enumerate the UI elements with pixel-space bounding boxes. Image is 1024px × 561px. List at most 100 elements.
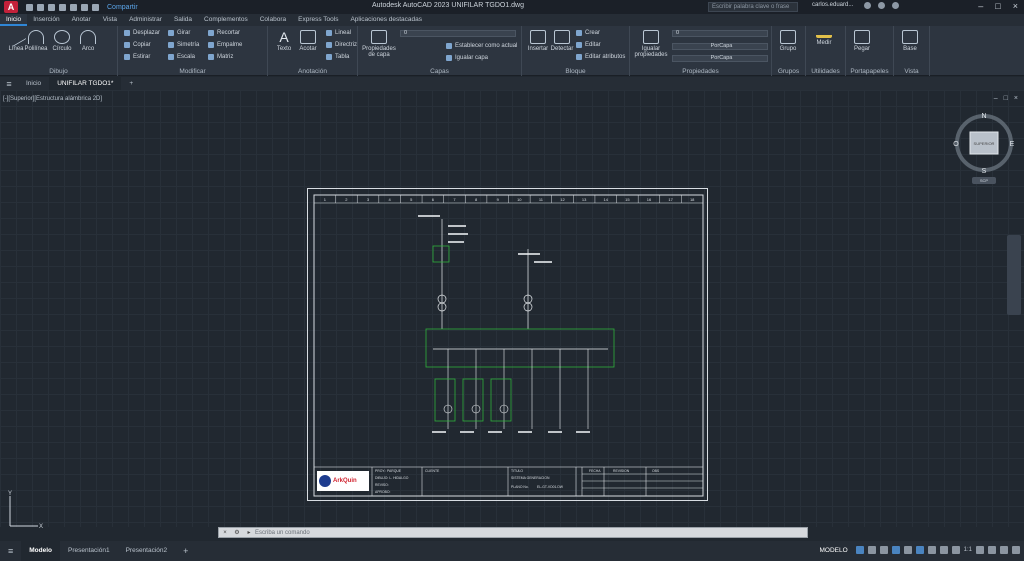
tab-anotar[interactable]: Anotar <box>66 14 97 26</box>
undo-icon[interactable] <box>81 3 88 11</box>
simetria-button[interactable]: Simetría <box>168 42 199 48</box>
color-dropdown[interactable]: 0 <box>672 30 768 37</box>
plot-icon[interactable] <box>70 3 77 11</box>
tab-unifilar[interactable]: UNIFILAR TGDO1* <box>49 77 122 90</box>
tab-presentacion2[interactable]: Presentación2 <box>118 541 176 561</box>
pegar-button[interactable]: Pegar <box>848 30 876 52</box>
lineweight-dropdown[interactable]: PorCapa <box>672 55 768 62</box>
exchange-icon[interactable] <box>878 2 885 9</box>
viewport-restore-icon[interactable]: □ <box>1004 95 1008 102</box>
panel-label-capas[interactable]: Capas <box>358 68 521 75</box>
app-menu-button[interactable]: A <box>4 1 18 13</box>
redo-icon[interactable] <box>92 3 99 11</box>
linetype-dropdown[interactable]: PorCapa <box>672 43 768 50</box>
tab-salida[interactable]: Salida <box>168 14 198 26</box>
girar-button[interactable]: Girar <box>168 30 190 36</box>
polar-icon[interactable] <box>891 546 900 554</box>
fullscreen-icon[interactable] <box>1000 546 1008 554</box>
tabla-button[interactable]: Tabla <box>326 54 349 60</box>
layout-menu-icon[interactable]: ≡ <box>0 541 21 561</box>
save-icon[interactable] <box>48 3 55 11</box>
directriz-button[interactable]: Directriz <box>326 42 357 48</box>
transparency-icon[interactable] <box>939 546 948 554</box>
propiedades-capa-button[interactable]: Propiedades de capa <box>362 30 396 58</box>
viewport-controls-label[interactable]: [-][Superior][Estructura alámbrica 2D] <box>3 96 102 102</box>
tab-administrar[interactable]: Administrar <box>123 14 168 26</box>
editar-atributos-button[interactable]: Editar atributos <box>576 54 625 60</box>
annotation-scale[interactable]: 1:1 <box>964 547 972 553</box>
new-tab-icon[interactable]: + <box>121 77 141 90</box>
open-icon[interactable] <box>37 3 44 11</box>
desplazar-button[interactable]: Desplazar <box>124 30 160 36</box>
tab-insercion[interactable]: Inserción <box>27 14 65 26</box>
customize-icon[interactable] <box>1012 546 1020 554</box>
annotation-icon[interactable] <box>951 546 960 554</box>
maximize-icon[interactable]: □ <box>995 1 1000 11</box>
tab-inicio-doc[interactable]: Inicio <box>18 77 49 90</box>
tab-express-tools[interactable]: Express Tools <box>292 14 344 26</box>
igualar-propiedades-button[interactable]: Igualar propiedades <box>634 30 668 58</box>
estirar-button[interactable]: Estirar <box>124 54 150 60</box>
panel-label-portapapeles[interactable]: Portapapeles <box>846 68 893 75</box>
panel-label-modificar[interactable]: Modificar <box>118 68 267 75</box>
panel-label-vista[interactable]: Vista <box>894 68 929 75</box>
close-icon[interactable]: × <box>1013 1 1018 11</box>
close-command-icon[interactable]: × <box>219 530 231 536</box>
file-menu-icon[interactable]: ≡ <box>0 79 18 89</box>
user-account[interactable]: carlos.eduard... <box>812 2 853 8</box>
panel-label-propiedades[interactable]: Propiedades <box>630 68 771 75</box>
minimize-icon[interactable]: – <box>978 1 983 11</box>
tab-vista[interactable]: Vista <box>97 14 123 26</box>
viewcube[interactable]: SUPERIOR N S E O SCP <box>950 110 1018 185</box>
empalme-button[interactable]: Empalme <box>208 42 242 48</box>
panel-label-dibujo[interactable]: Dibujo <box>0 68 117 75</box>
lineal-button[interactable]: Lineal <box>326 30 351 36</box>
navigation-bar[interactable] <box>1007 235 1021 315</box>
panel-label-bloque[interactable]: Bloque <box>522 68 629 75</box>
viewport-minimize-icon[interactable]: – <box>994 95 998 102</box>
lineweight-icon[interactable] <box>927 546 936 554</box>
matriz-button[interactable]: Matriz <box>208 54 233 60</box>
add-layout-icon[interactable]: + <box>175 541 196 561</box>
isolate-icon[interactable] <box>988 546 996 554</box>
layer-dropdown[interactable]: 0 <box>400 30 516 37</box>
panel-label-utilidades[interactable]: Utilidades <box>806 68 845 75</box>
establecer-actual-button[interactable]: Establecer como actual <box>446 43 517 49</box>
viewport-close-icon[interactable]: × <box>1014 95 1018 102</box>
ortho-icon[interactable] <box>879 546 888 554</box>
tab-modelo[interactable]: Modelo <box>21 541 61 561</box>
crear-bloque-button[interactable]: Crear <box>576 30 600 36</box>
model-space-toggle[interactable]: MODELO <box>819 547 847 554</box>
command-line[interactable]: × ⚙ ▸ Escriba un comando <box>218 527 808 538</box>
snap-icon[interactable] <box>867 546 876 554</box>
search-input[interactable]: Escribir palabra clave o frase <box>708 2 798 12</box>
share-button[interactable]: Compartir <box>107 4 138 11</box>
panel-label-anotacion[interactable]: Anotación <box>268 68 357 75</box>
grupo-button[interactable]: Grupo <box>774 30 802 52</box>
grid-icon[interactable] <box>855 546 864 554</box>
circulo-button[interactable]: Círculo <box>48 30 76 52</box>
osnap-icon[interactable] <box>903 546 912 554</box>
escala-button[interactable]: Escala <box>168 54 195 60</box>
detectar-button[interactable]: Detectar <box>548 30 576 52</box>
tab-complementos[interactable]: Complementos <box>198 14 254 26</box>
saveas-icon[interactable] <box>59 3 66 11</box>
tab-aplicaciones[interactable]: Aplicaciones destacadas <box>344 14 428 26</box>
acotar-button[interactable]: Acotar <box>294 30 322 52</box>
tab-inicio[interactable]: Inicio <box>0 14 28 26</box>
command-input[interactable]: Escriba un comando <box>255 530 310 536</box>
polilinea-button[interactable]: Polilínea <box>22 30 50 52</box>
base-button[interactable]: Base <box>896 30 924 52</box>
recortar-button[interactable]: Recortar <box>208 30 240 36</box>
otrack-icon[interactable] <box>915 546 924 554</box>
workspace-icon[interactable] <box>976 546 984 554</box>
command-settings-icon[interactable]: ⚙ <box>231 529 243 536</box>
arco-button[interactable]: Arco <box>74 30 102 52</box>
tab-presentacion1[interactable]: Presentación1 <box>60 541 118 561</box>
tab-colabora[interactable]: Colabora <box>254 14 292 26</box>
copiar-button[interactable]: Copiar <box>124 42 151 48</box>
medir-button[interactable]: Medir <box>810 30 838 46</box>
new-icon[interactable] <box>26 3 33 11</box>
editar-bloque-button[interactable]: Editar <box>576 42 601 48</box>
igualar-capa-button[interactable]: Igualar capa <box>446 55 488 61</box>
